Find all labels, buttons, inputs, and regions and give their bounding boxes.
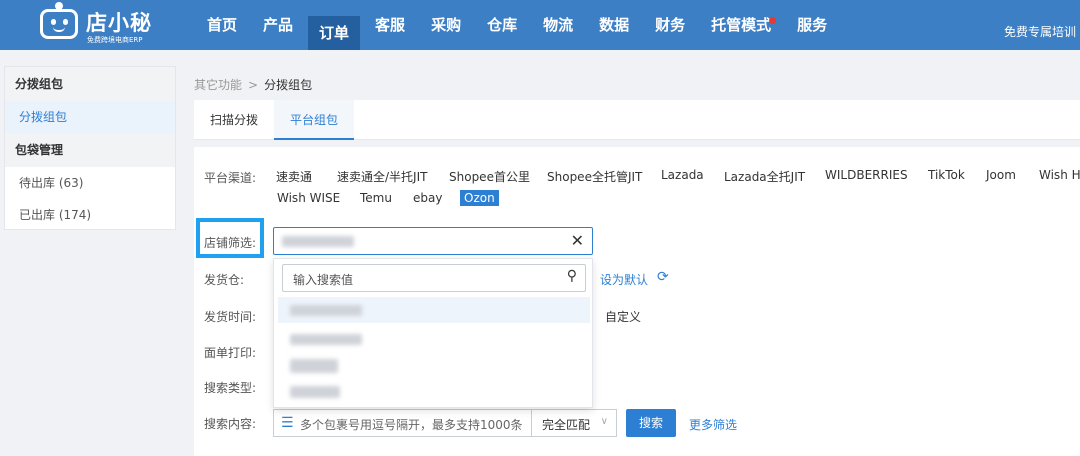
dropdown-option[interactable] (278, 297, 590, 323)
redacted-value (282, 236, 354, 247)
nav-services[interactable]: 服务 (786, 0, 838, 50)
sidebar-item-shipped-outbound[interactable]: 已出库 (174) (5, 199, 175, 231)
tab-bar: 扫描分拨 平台组包 (194, 100, 1080, 140)
nav-customer-service[interactable]: 客服 (364, 0, 416, 50)
redacted-value (290, 334, 362, 345)
nav-products[interactable]: 产品 (252, 0, 304, 50)
search-button[interactable]: 搜索 (626, 409, 676, 437)
nav-orders[interactable]: 订单 (308, 16, 361, 50)
sidebar-item-pending-outbound[interactable]: 待出库 (63) (5, 167, 175, 199)
nav-hosted-mode[interactable]: 托管模式 (700, 0, 782, 50)
nav-data[interactable]: 数据 (588, 0, 640, 50)
channel-option[interactable]: WILDBERRIES (825, 168, 908, 182)
sidebar-group-title: 分拨组包 (5, 67, 175, 101)
more-filters-link[interactable]: 更多筛选 (689, 416, 737, 433)
dropdown-option[interactable] (278, 353, 590, 379)
match-mode-select[interactable]: 完全匹配 ∨ (531, 409, 617, 437)
match-mode-value: 完全匹配 (542, 418, 591, 432)
breadcrumb-separator: > (248, 78, 259, 92)
search-content-label: 搜索内容: (204, 417, 257, 431)
redacted-value (290, 359, 338, 373)
channel-option-active[interactable]: Ozon (460, 190, 499, 206)
main-nav: 首页 产品 订单 客服 采购 仓库 物流 数据 财务 托管模式 服务 (196, 0, 842, 50)
channel-label: 平台渠道: (204, 171, 257, 185)
ship-time-label: 发货时间: (204, 310, 257, 324)
shop-dropdown: 输入搜索值 ⚲ (273, 258, 593, 408)
redacted-value (290, 386, 340, 398)
nav-finance[interactable]: 财务 (644, 0, 696, 50)
nav-warehouse[interactable]: 仓库 (476, 0, 528, 50)
label-print-label: 面单打印: (204, 346, 257, 360)
breadcrumb: 其它功能 > 分拨组包 (194, 76, 312, 93)
robot-icon (40, 2, 78, 39)
channel-option[interactable]: Lazada全托JIT (724, 168, 805, 185)
nav-hosted-mode-label: 托管模式 (711, 16, 772, 34)
sidebar-item-sort-pack[interactable]: 分拨组包 (5, 101, 175, 133)
breadcrumb-parent[interactable]: 其它功能 (194, 78, 242, 92)
highlight-box (196, 218, 264, 258)
channel-option[interactable]: Joom (986, 168, 1016, 182)
shop-filter-select[interactable]: ✕ (273, 227, 593, 255)
set-default-link[interactable]: 设为默认 (600, 271, 648, 288)
sidebar-group-title: 包袋管理 (5, 133, 175, 167)
channel-option[interactable]: Lazada (661, 168, 704, 182)
brand-subtitle: 免费跨境电商ERP (87, 36, 143, 44)
brand-title: 店小秘 (86, 11, 152, 35)
notification-dot (769, 17, 777, 24)
channel-option[interactable]: Wish HU (1039, 168, 1080, 182)
list-icon: ☰ (281, 415, 294, 431)
top-navbar: 店小秘 免费跨境电商ERP 首页 产品 订单 客服 采购 仓库 物流 数据 财务… (0, 0, 1080, 50)
channel-option[interactable]: TikTok (928, 168, 965, 182)
search-type-label: 搜索类型: (204, 381, 257, 395)
channel-option[interactable]: Wish WISE (277, 191, 340, 205)
warehouse-label: 发货仓: (204, 273, 245, 287)
dropdown-search-placeholder: 输入搜索值 (293, 273, 354, 287)
tab-platform-pack[interactable]: 平台组包 (274, 100, 355, 140)
breadcrumb-current: 分拨组包 (264, 78, 313, 92)
channel-option[interactable]: ebay (413, 191, 442, 205)
channel-option[interactable]: Shopee首公里 (449, 168, 530, 185)
nav-home[interactable]: 首页 (196, 0, 248, 50)
channel-option[interactable]: Temu (360, 191, 392, 205)
chevron-down-icon: ∨ (600, 416, 608, 427)
channel-option[interactable]: Shopee全托管JIT (547, 168, 642, 185)
dropdown-option[interactable] (278, 380, 590, 406)
search-content-input[interactable]: ☰ 多个包裹号用逗号隔开，最多支持1000条 (273, 409, 531, 437)
custom-time-option[interactable]: 自定义 (605, 308, 641, 325)
redacted-value (290, 305, 362, 316)
tab-scan-sort[interactable]: 扫描分拨 (194, 100, 274, 140)
dropdown-option[interactable] (278, 327, 590, 353)
channel-option[interactable]: 速卖通全/半托JIT (337, 168, 427, 185)
dropdown-search-input[interactable]: 输入搜索值 ⚲ (282, 264, 586, 292)
refresh-icon[interactable]: ⟳ (657, 269, 669, 285)
free-training-link[interactable]: 免费专属培训 (1004, 0, 1076, 64)
channel-option[interactable]: 速卖通 (276, 168, 312, 185)
brand-logo[interactable]: 店小秘 免费跨境电商ERP (40, 2, 160, 45)
sidebar: 分拨组包 分拨组包 包袋管理 待出库 (63) 已出库 (174) (4, 66, 176, 230)
search-icon[interactable]: ⚲ (567, 268, 577, 284)
clear-icon[interactable]: ✕ (571, 231, 584, 250)
nav-logistics[interactable]: 物流 (532, 0, 584, 50)
nav-purchasing[interactable]: 采购 (420, 0, 472, 50)
search-content-placeholder: 多个包裹号用逗号隔开，最多支持1000条 (300, 418, 523, 432)
